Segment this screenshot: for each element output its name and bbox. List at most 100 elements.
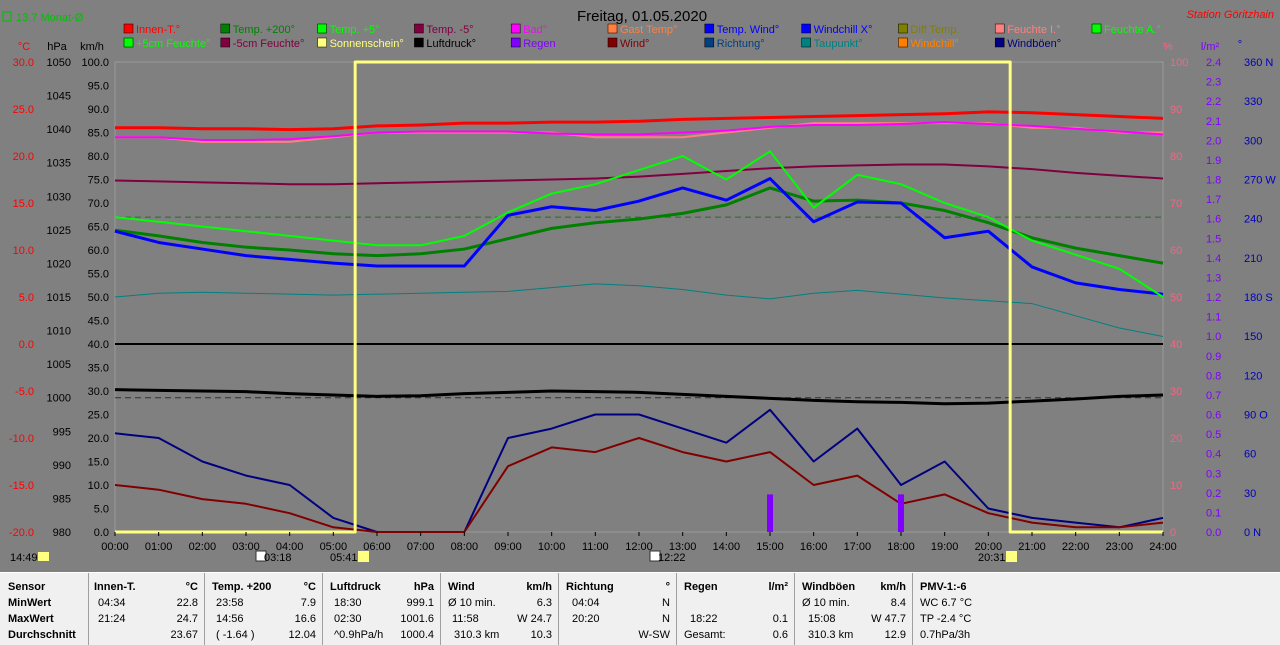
legend-swatch bbox=[704, 23, 715, 34]
stats-temp200-max-time: 14:56 bbox=[216, 613, 244, 625]
plot-area bbox=[114, 61, 1164, 533]
weather-chart: 00:00 01:00 02:00 03:00 04:00 05:00 06:00 07:00… bbox=[0, 0, 1280, 572]
temp-tick-label: 10.0 bbox=[13, 245, 34, 257]
legend-swatch bbox=[607, 37, 618, 48]
legend-label: Feuchte I.° bbox=[1007, 24, 1060, 36]
stats-temp200-avg-note: ( -1.64 ) bbox=[216, 629, 255, 641]
rain-tick-label: 0.7 bbox=[1206, 390, 1221, 402]
x-tick-label: 21:00 bbox=[1018, 541, 1046, 553]
x-tick-label: 07:00 bbox=[407, 541, 435, 553]
rain-tick-label: 0.9 bbox=[1206, 351, 1221, 363]
stats-wind-min: 6.3 bbox=[536, 597, 552, 609]
legend-swatch bbox=[801, 23, 811, 34]
direction-tick-label: 60 bbox=[1244, 449, 1256, 461]
stats-innen-min-time: 04:34 bbox=[98, 597, 126, 609]
kmh-tick-label: 65.0 bbox=[88, 222, 109, 234]
legend-swatch bbox=[220, 37, 231, 48]
rain-tick-label: 1.6 bbox=[1206, 214, 1221, 226]
stats-temp200-min: 7.9 bbox=[300, 597, 316, 609]
x-tick-label: 19:00 bbox=[931, 541, 959, 553]
legend-swatch bbox=[898, 37, 908, 48]
rain-tick-label: 2.2 bbox=[1206, 96, 1221, 108]
stats-luftdruck-trend: ^0.9hPa/h bbox=[334, 629, 384, 641]
percent-tick-label: 0 bbox=[1170, 527, 1176, 539]
direction-tick-label: 120 bbox=[1244, 370, 1262, 382]
stats-innen-avg: 23.67 bbox=[170, 629, 198, 641]
unit-kmh: km/h bbox=[80, 41, 104, 53]
rain-tick-label: 0.8 bbox=[1206, 370, 1221, 382]
direction-tick-label: 30 bbox=[1244, 488, 1256, 500]
legend-label: -5cm Feuchte° bbox=[233, 38, 305, 50]
stats-avg-label: Durchschnitt bbox=[8, 629, 76, 641]
temp-tick-label: 0.0 bbox=[19, 339, 34, 351]
temp-tick-label: 15.0 bbox=[13, 198, 34, 210]
percent-tick-label: 40 bbox=[1170, 339, 1182, 351]
kmh-tick-label: 75.0 bbox=[88, 175, 109, 187]
stats-innen-header: Innen-T. bbox=[94, 581, 136, 593]
hpa-tick-label: 1010 bbox=[47, 326, 71, 338]
rain-tick-label: 1.2 bbox=[1206, 292, 1221, 304]
stats-windboeen-distance: 310.3 km bbox=[808, 629, 854, 641]
direction-tick-label: 270 W bbox=[1244, 175, 1276, 187]
kmh-tick-label: 5.0 bbox=[94, 504, 109, 516]
stats-regen: Regen l/m² 18:22 0.1 Gesamt: 0.6 bbox=[676, 573, 795, 645]
rain-tick-label: 0.4 bbox=[1206, 449, 1221, 461]
station-name: Station Göritzhain bbox=[1187, 9, 1274, 21]
legend-label: Temp. +200° bbox=[233, 24, 295, 36]
x-tick-label: 12:00 bbox=[625, 541, 653, 553]
stats-richtung-unit: ° bbox=[665, 581, 670, 593]
stats-richtung-header: Richtung bbox=[566, 581, 614, 593]
kmh-tick-label: 50.0 bbox=[88, 292, 109, 304]
legend-swatch bbox=[414, 37, 424, 48]
unit-percent: % bbox=[1163, 41, 1173, 53]
x-tick-label: 16:00 bbox=[800, 541, 828, 553]
legend-label: Diff Temp. bbox=[910, 24, 959, 36]
stats-regen-total-label: Gesamt: bbox=[684, 629, 726, 641]
legend-label: Innen-T.° bbox=[136, 24, 180, 36]
stats-wind-header: Wind bbox=[448, 581, 475, 593]
stats-richtung-max: N bbox=[662, 613, 670, 625]
stats-windboeen-min: 8.4 bbox=[890, 597, 906, 609]
direction-tick-label: 210 bbox=[1244, 253, 1262, 265]
rain-tick-label: 0.3 bbox=[1206, 468, 1221, 480]
sunset-time: 20:31 bbox=[978, 552, 1006, 564]
stats-innen-max-time: 21:24 bbox=[98, 613, 126, 625]
x-tick-label: 17:00 bbox=[844, 541, 872, 553]
hpa-tick-label: 1000 bbox=[47, 393, 71, 405]
stats-richtung: Richtung ° 04:04 N 20:20 N W-SW bbox=[558, 573, 677, 645]
unit-celsius: °C bbox=[18, 41, 30, 53]
stats-innen: Innen-T. °C 04:34 22.8 21:24 24.7 23.67 bbox=[88, 573, 205, 645]
stats-windboeen-unit: km/h bbox=[880, 581, 906, 593]
stats-richtung-max-time: 20:20 bbox=[572, 613, 600, 625]
percent-tick-label: 80 bbox=[1170, 151, 1182, 163]
stats-panel: Sensor MinWert MaxWert Durchschnitt Inne… bbox=[0, 572, 1280, 645]
rain-bar bbox=[898, 494, 904, 532]
hpa-tick-label: 980 bbox=[53, 527, 71, 539]
stats-richtung-min: N bbox=[662, 597, 670, 609]
percent-tick-label: 90 bbox=[1170, 104, 1182, 116]
temp-tick-label: -15.0 bbox=[9, 480, 34, 492]
legend-label: Gast Temp° bbox=[620, 24, 677, 36]
direction-tick-label: 300 bbox=[1244, 135, 1262, 147]
sunrise-time: 05:41 bbox=[330, 552, 358, 564]
legend-swatch bbox=[317, 23, 327, 34]
kmh-tick-label: 100.0 bbox=[81, 57, 109, 69]
stats-luftdruck-max: 1001.6 bbox=[400, 613, 434, 625]
kmh-tick-label: 90.0 bbox=[88, 104, 109, 116]
x-tick-label: 22:00 bbox=[1062, 541, 1090, 553]
direction-tick-label: 330 bbox=[1244, 96, 1262, 108]
rain-bar bbox=[767, 494, 773, 532]
legend-label: Windböen° bbox=[1007, 38, 1061, 50]
temp-tick-label: -5.0 bbox=[15, 386, 34, 398]
percent-tick-label: 50 bbox=[1170, 292, 1182, 304]
moon-rise-time: 12:22 bbox=[658, 552, 686, 564]
kmh-tick-label: 55.0 bbox=[88, 269, 109, 281]
x-tick-label: 15:00 bbox=[756, 541, 784, 553]
temp-tick-label: -10.0 bbox=[9, 433, 34, 445]
stats-pmv: PMV-1:-6 WC 6.7 °C TP -2.4 °C 0.7hPa/3h bbox=[912, 573, 1032, 645]
direction-tick-label: 240 bbox=[1244, 214, 1262, 226]
stats-luftdruck-min: 999.1 bbox=[406, 597, 434, 609]
stats-temp200-header: Temp. +200 bbox=[212, 581, 272, 593]
stats-regen-total: 0.6 bbox=[772, 629, 788, 641]
stats-temp200-min-time: 23:58 bbox=[216, 597, 244, 609]
